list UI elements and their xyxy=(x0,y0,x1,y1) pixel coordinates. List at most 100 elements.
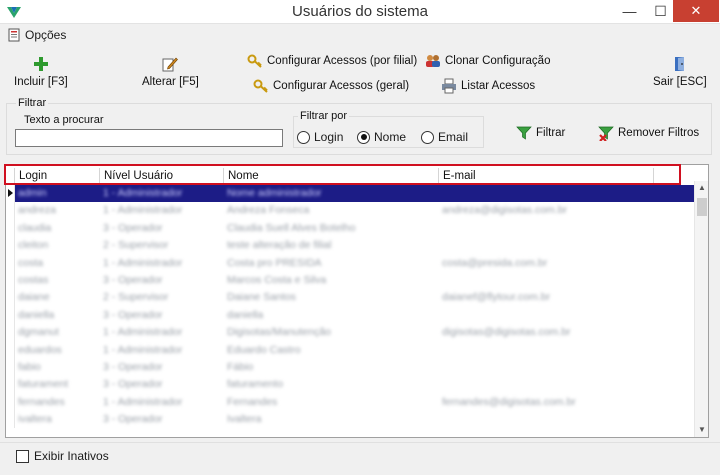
cell-name: Nome administrador xyxy=(227,187,322,199)
filter-by-label: Filtrar por xyxy=(298,110,350,122)
exit-button[interactable]: Sair [ESC] xyxy=(653,56,707,88)
column-header-level[interactable]: Nível Usuário xyxy=(100,168,224,185)
radio-login[interactable]: Login xyxy=(297,130,343,144)
cell-login: claudia xyxy=(18,221,52,234)
cell-name: Andreza Fonseca xyxy=(227,204,310,217)
cell-name: Digisotas/Manutenção xyxy=(227,326,331,339)
cell-level: 3 - Operador xyxy=(103,378,163,391)
table-row[interactable]: faturament 3 - Operador faturamento xyxy=(6,376,694,394)
list-access-label: Listar Acessos xyxy=(461,80,536,92)
radio-email[interactable]: Email xyxy=(421,130,468,144)
config-access-general-button[interactable]: Configurar Acessos (geral) xyxy=(253,78,409,94)
cell-email: andreza@digisotas.com.br xyxy=(442,204,568,217)
key-icon xyxy=(247,54,262,68)
cell-email xyxy=(439,272,654,289)
cell-name: teste alteração de filial xyxy=(227,239,332,252)
remove-filters-label: Remover Filtros xyxy=(618,127,700,139)
users-grid[interactable]: Login Nível Usuário Nome E-mail admin 1 -… xyxy=(5,164,709,438)
cell-name: Eduardo Castro xyxy=(227,343,301,356)
row-indicator xyxy=(6,254,15,272)
cell-level: 3 - Operador xyxy=(103,221,163,234)
show-inactive-checkbox[interactable]: Exibir Inativos xyxy=(16,449,109,463)
table-row[interactable]: ivaltera 3 - Operador Ivaltera xyxy=(6,411,694,429)
cell-login: costa xyxy=(18,256,44,269)
close-button[interactable]: ✕ xyxy=(673,0,719,22)
search-label: Texto a procurar xyxy=(24,114,104,126)
row-indicator xyxy=(6,341,15,359)
cell-email xyxy=(439,359,654,376)
cell-level: 3 - Operador xyxy=(103,308,163,321)
row-indicator xyxy=(6,202,15,220)
alter-label: Alterar [F5] xyxy=(142,76,199,88)
title-bar: Usuários do sistema — ☐ ✕ xyxy=(0,0,720,24)
config-access-branch-button[interactable]: Configurar Acessos (por filial) xyxy=(247,53,417,69)
menu-options[interactable]: Opções xyxy=(7,28,66,42)
bottom-divider xyxy=(0,442,720,443)
table-row[interactable]: daiane 2 - Supervisor Daiane Santos daianef… xyxy=(6,289,694,307)
clone-config-button[interactable]: Clonar Configuração xyxy=(425,53,550,69)
cell-login: fernandes xyxy=(18,395,65,408)
scroll-down-arrow-icon[interactable]: ▼ xyxy=(695,423,708,437)
cell-name: daniella xyxy=(227,308,264,321)
cell-name: Costa pro PRESIDA xyxy=(227,256,322,269)
table-row[interactable]: fabio 3 - Operador Fábio xyxy=(6,358,694,377)
filter-button-label: Filtrar xyxy=(536,127,566,139)
scroll-up-arrow-icon[interactable]: ▲ xyxy=(695,181,708,195)
row-indicator xyxy=(6,306,15,325)
table-row[interactable]: daniella 3 - Operador daniella xyxy=(6,306,694,325)
cell-login: admin xyxy=(18,187,47,199)
table-row[interactable]: costas 3 - Operador Marcos Costa e Silva xyxy=(6,271,694,290)
cell-login: daniella xyxy=(18,308,55,321)
cell-level: 1 - Administrador xyxy=(103,326,183,339)
row-indicator xyxy=(6,289,15,307)
include-label: Incluir [F3] xyxy=(14,76,68,88)
column-header-name[interactable]: Nome xyxy=(224,168,439,185)
column-header-email[interactable]: E-mail xyxy=(439,168,654,185)
row-indicator xyxy=(6,376,15,394)
maximize-button[interactable]: ☐ xyxy=(646,0,675,22)
clone-config-label: Clonar Configuração xyxy=(445,55,551,67)
cell-email: costa@presida.com.br xyxy=(442,256,548,269)
cell-name: Ivaltera xyxy=(227,413,262,426)
search-input[interactable] xyxy=(15,129,283,147)
remove-filters-button[interactable]: Remover Filtros xyxy=(598,125,699,141)
funnel-remove-icon xyxy=(598,126,614,141)
table-row[interactable]: dgmanut 1 - Administrador Digisotas/Manute… xyxy=(6,324,694,342)
include-button[interactable]: Incluir [F3] xyxy=(14,56,68,88)
minimize-button[interactable]: — xyxy=(615,0,644,22)
list-access-button[interactable]: Listar Acessos xyxy=(441,78,535,94)
printer-icon xyxy=(442,78,456,94)
table-row[interactable]: cleiton 2 - Supervisor teste alteração de … xyxy=(6,237,694,255)
row-indicator xyxy=(6,271,15,290)
filter-button[interactable]: Filtrar xyxy=(516,125,565,141)
options-icon xyxy=(8,28,20,42)
column-header-login[interactable]: Login xyxy=(15,168,100,185)
cell-name: faturamento xyxy=(227,378,284,391)
cell-login: eduardos xyxy=(18,343,62,356)
show-inactive-label: Exibir Inativos xyxy=(34,449,109,463)
table-row[interactable]: claudia 3 - Operador Claudia Suell Alves B… xyxy=(6,219,694,238)
table-row[interactable]: admin 1 - Administrador Nome administrador xyxy=(6,185,694,203)
users-icon xyxy=(426,55,440,67)
alter-button[interactable]: Alterar [F5] xyxy=(142,56,199,88)
table-row[interactable]: fernandes 1 - Administrador Fernandes ferna… xyxy=(6,393,694,412)
table-row[interactable]: andreza 1 - Administrador Andreza Fonseca a… xyxy=(6,202,694,220)
cell-level: 1 - Administrador xyxy=(103,187,183,199)
filter-group-label: Filtrar xyxy=(16,97,49,109)
cell-level: 3 - Operador xyxy=(103,273,163,286)
table-row[interactable]: eduardos 1 - Administrador Eduardo Castro xyxy=(6,341,694,359)
cell-name: Fábio xyxy=(227,360,254,373)
radio-login-label: Login xyxy=(314,130,344,144)
radio-name[interactable]: Nome xyxy=(357,130,406,144)
cell-login: andreza xyxy=(18,204,56,217)
cell-level: 1 - Administrador xyxy=(103,204,183,217)
cell-level: 2 - Supervisor xyxy=(103,239,169,252)
scroll-thumb[interactable] xyxy=(697,198,707,216)
show-inactive-box xyxy=(16,449,29,463)
cell-email xyxy=(439,220,654,237)
funnel-icon xyxy=(516,126,532,140)
table-row[interactable]: costa 1 - Administrador Costa pro PRESIDA c… xyxy=(6,254,694,272)
vertical-scrollbar[interactable]: ▲ ▼ xyxy=(694,181,708,437)
edit-icon xyxy=(162,57,179,72)
cell-login: cleiton xyxy=(18,239,49,252)
